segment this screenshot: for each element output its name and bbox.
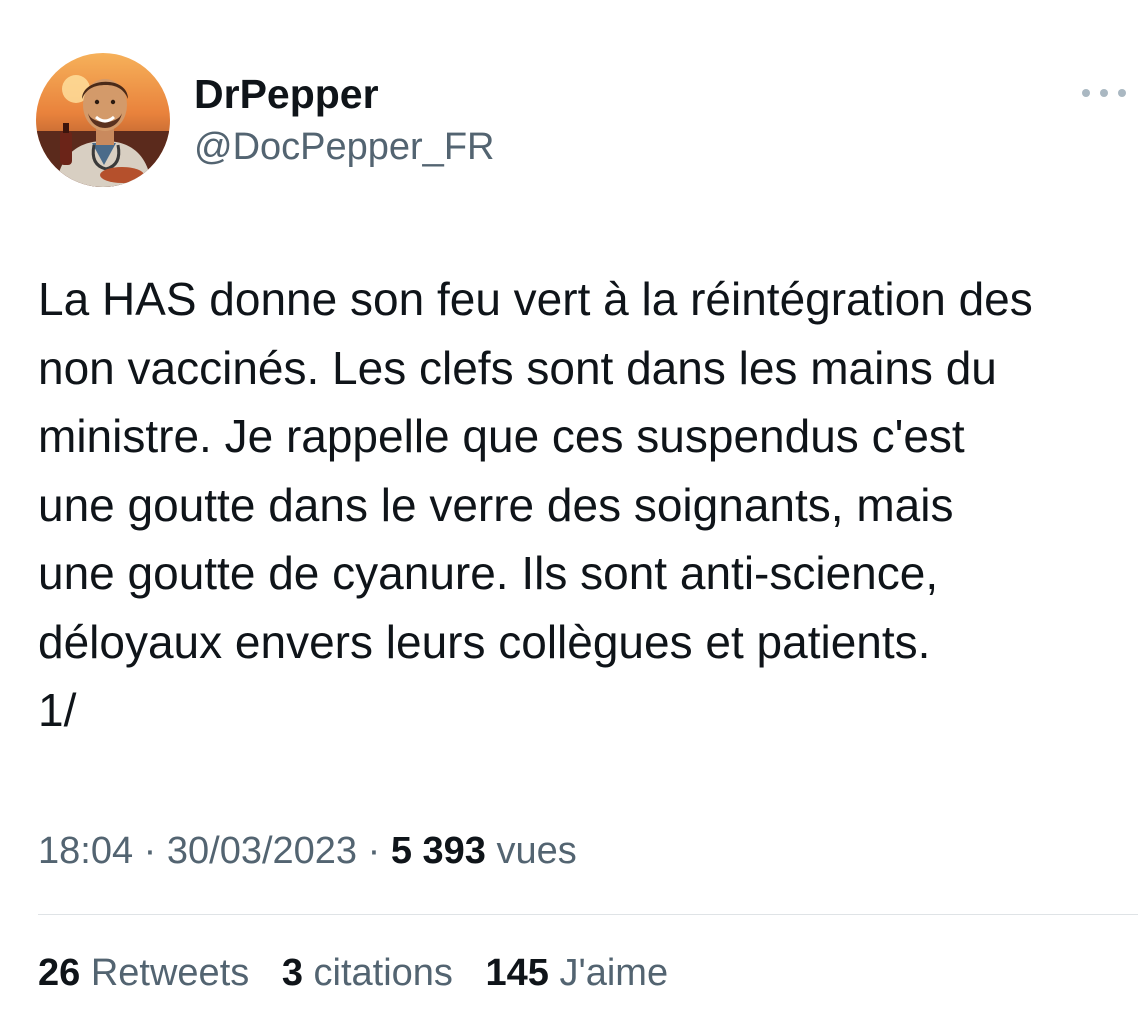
likes-count: 145	[485, 952, 549, 994]
views-count: 5 393	[390, 830, 486, 872]
retweets-count: 26	[38, 952, 81, 994]
author-handle[interactable]: @DocPepper_FR	[194, 124, 494, 170]
tweet-stats: 26 Retweets 3 citations 145 J'aime	[38, 948, 690, 998]
quotes-count: 3	[281, 952, 303, 994]
likes-label: J'aime	[559, 952, 669, 994]
more-options-button[interactable]	[1082, 78, 1126, 108]
tweet-date[interactable]: 30/03/2023	[167, 830, 357, 872]
author-avatar[interactable]	[36, 53, 170, 187]
quotes-label: citations	[313, 952, 453, 994]
retweets-stat[interactable]: 26 Retweets	[38, 948, 249, 998]
quotes-stat[interactable]: 3 citations	[282, 948, 453, 998]
tweet-time[interactable]: 18:04	[38, 830, 133, 872]
tweet-text: La HAS donne son feu vert à la réintégra…	[38, 273, 1033, 736]
more-horizontal-icon-dot	[1118, 89, 1126, 97]
retweets-label: Retweets	[90, 952, 250, 994]
author-display-name[interactable]: DrPepper	[194, 70, 379, 118]
likes-stat[interactable]: 145 J'aime	[485, 948, 668, 998]
views-label: vues	[496, 830, 577, 872]
more-horizontal-icon	[1082, 89, 1090, 97]
meta-separator: ·	[367, 830, 381, 872]
tweet-meta: 18:04 · 30/03/2023 · 5 393 vues	[38, 826, 577, 876]
stats-divider	[38, 914, 1138, 915]
tweet-card: DrPepper @DocPepper_FR La HAS donne son …	[0, 0, 1138, 1020]
doctor-avatar-icon	[36, 53, 170, 187]
meta-separator: ·	[143, 830, 157, 872]
more-horizontal-icon-dot	[1100, 89, 1108, 97]
